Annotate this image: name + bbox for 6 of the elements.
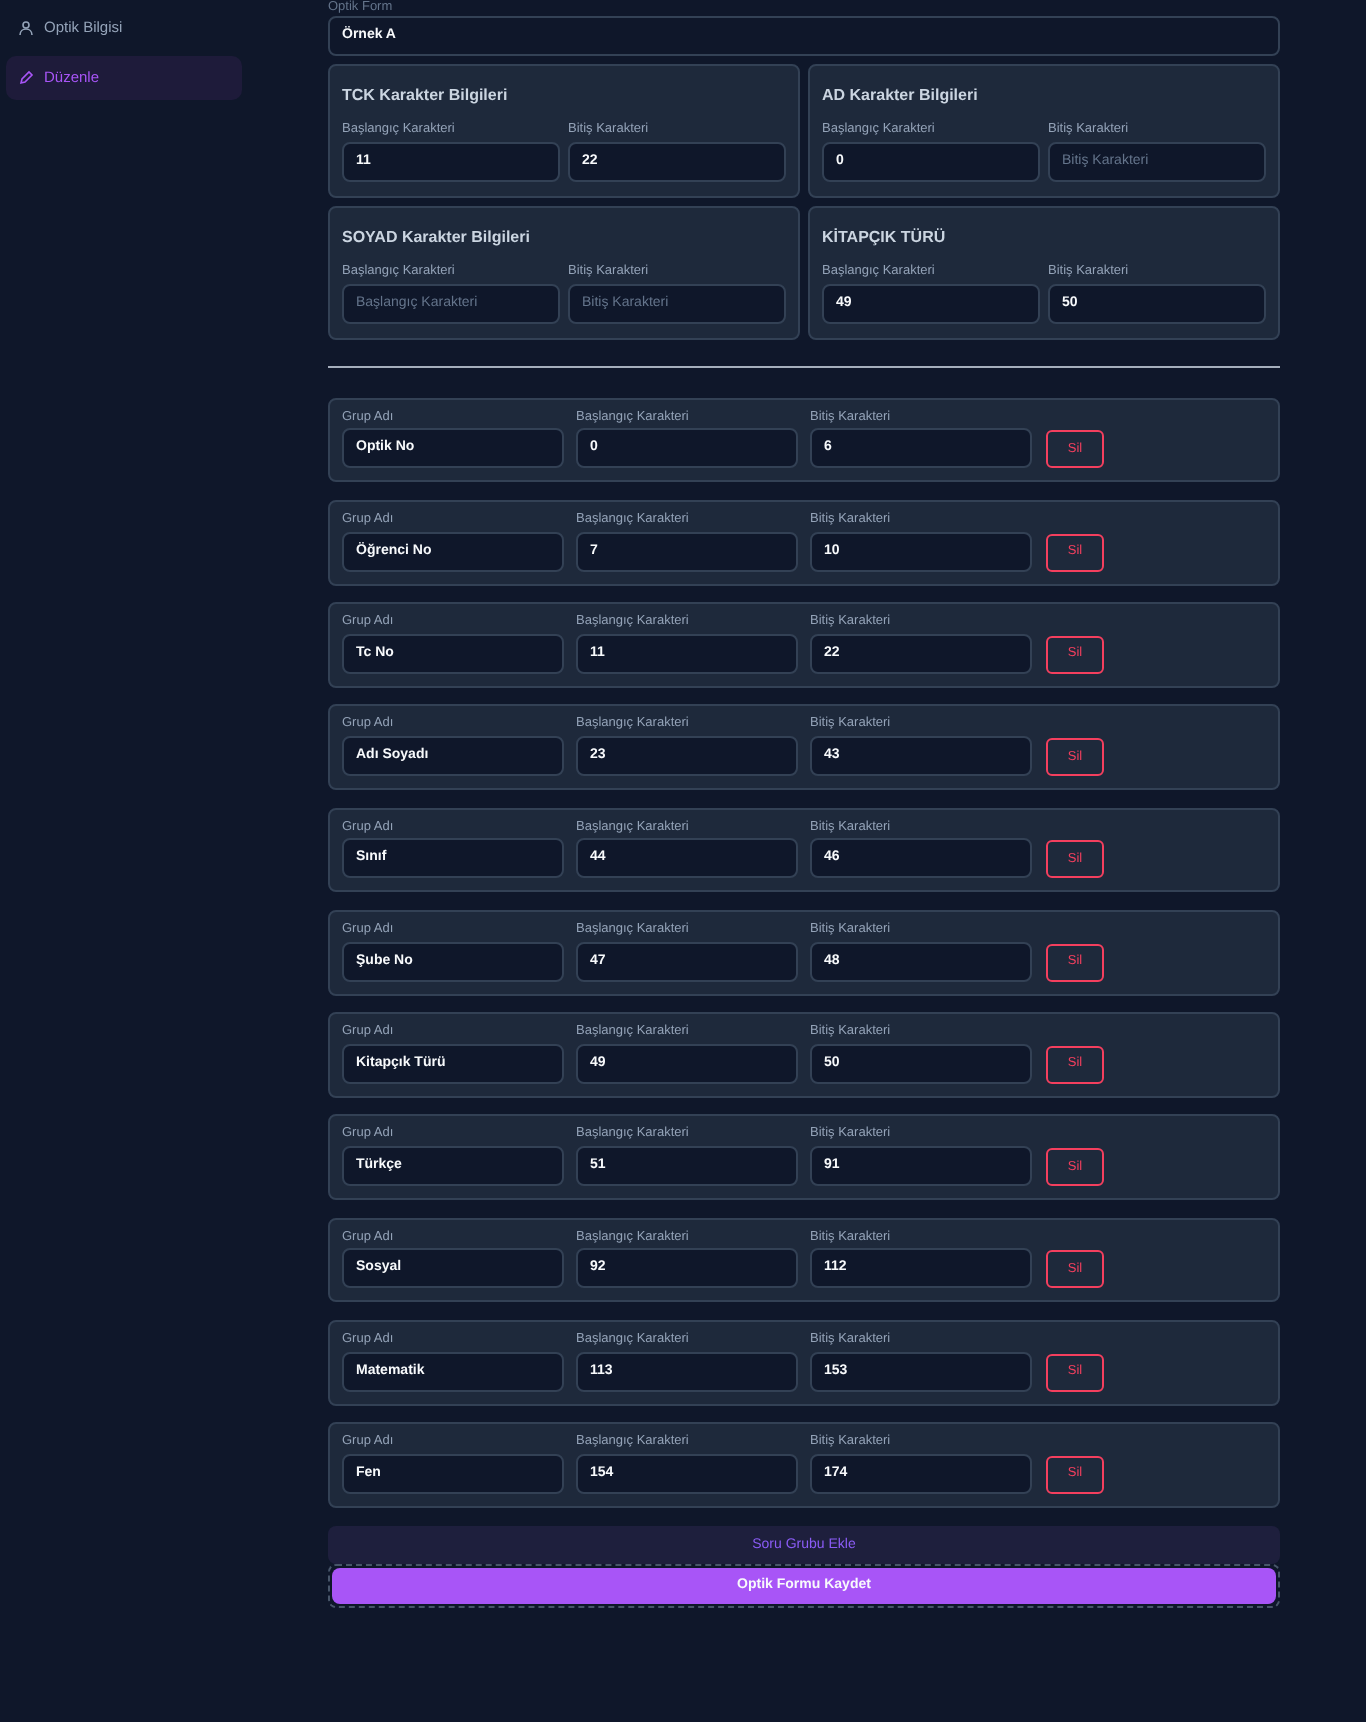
section-title: AD Karakter Bilgileri bbox=[822, 84, 980, 108]
pencil-icon bbox=[18, 70, 34, 86]
section-title: KİTAPÇIK TÜRÜ bbox=[822, 225, 948, 250]
user-icon bbox=[18, 20, 34, 36]
section-title: TCK Karakter Bilgileri bbox=[342, 84, 510, 108]
section-title: SOYAD Karakter Bilgileri bbox=[342, 225, 532, 250]
